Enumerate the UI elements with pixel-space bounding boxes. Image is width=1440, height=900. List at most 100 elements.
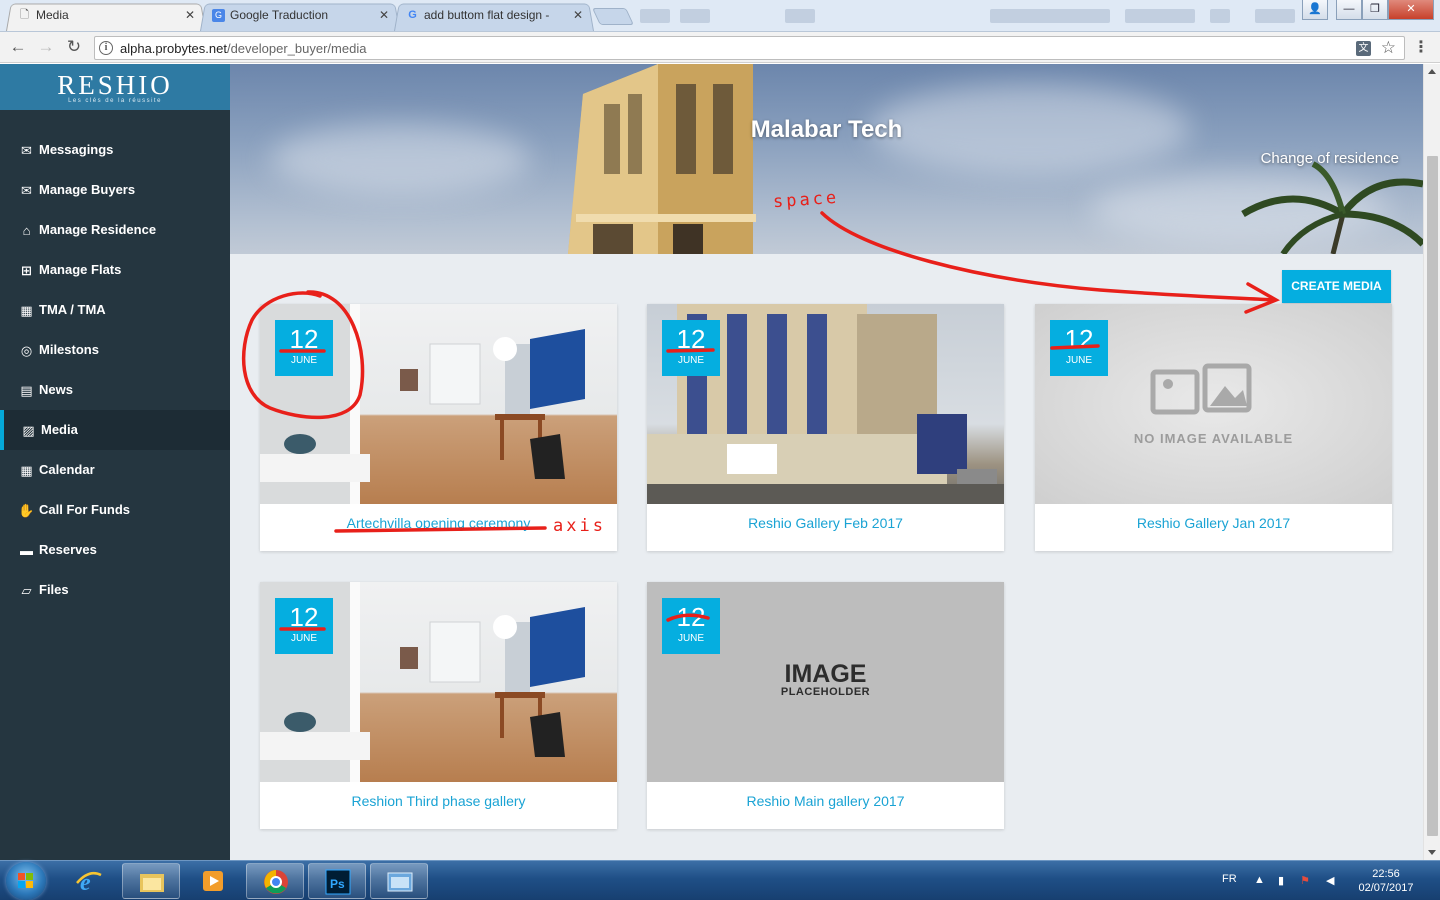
sidebar-item-media[interactable]: ▨ Media bbox=[0, 410, 230, 450]
scroll-down-icon[interactable] bbox=[1428, 850, 1436, 855]
tab-media[interactable]: 🗋 Media ✕ bbox=[6, 2, 206, 31]
sidebar-item-news[interactable]: ▤ News bbox=[0, 370, 230, 410]
date-badge: 12 JUNE bbox=[662, 320, 720, 376]
card-title-link[interactable]: Reshio Gallery Feb 2017 bbox=[647, 504, 1004, 551]
folder-icon bbox=[140, 874, 164, 892]
card-title-link[interactable]: Reshion Third phase gallery bbox=[260, 782, 617, 829]
date-month: JUNE bbox=[1065, 355, 1093, 366]
system-clock[interactable]: 22:56 02/07/2017 bbox=[1354, 867, 1418, 895]
card-title-link[interactable]: Reshio Main gallery 2017 bbox=[647, 782, 1004, 829]
page-scrollbar[interactable] bbox=[1423, 64, 1440, 860]
forward-icon[interactable]: → bbox=[36, 37, 56, 57]
close-tab-icon[interactable]: ✕ bbox=[572, 9, 584, 21]
sidebar-item-label: Reserves bbox=[39, 542, 97, 557]
card-title-link[interactable]: Reshio Gallery Jan 2017 bbox=[1035, 504, 1392, 551]
chrome-button[interactable] bbox=[246, 863, 304, 899]
sidebar-item-label: Files bbox=[39, 582, 69, 597]
sidebar-item-manage-flats[interactable]: ⊞ Manage Flats bbox=[0, 250, 230, 290]
sidebar-item-messagings[interactable]: ✉ Messagings bbox=[0, 130, 230, 170]
action-center-icon[interactable]: ⚑ bbox=[1300, 874, 1310, 887]
tab-add-buttom[interactable]: G add buttom flat design - ✕ bbox=[394, 2, 594, 31]
date-badge: 12 JUNE bbox=[275, 598, 333, 654]
google-translate-icon: G bbox=[212, 9, 225, 22]
tab-label: Google Traduction bbox=[230, 8, 329, 22]
sidebar-item-manage-buyers[interactable]: ✉ Manage Buyers bbox=[0, 170, 230, 210]
card-thumbnail[interactable]: 12 JUNE bbox=[260, 304, 617, 504]
internet-explorer-button[interactable]: e bbox=[60, 863, 118, 899]
hero-banner: Malabar Tech Change of residence bbox=[230, 64, 1423, 254]
create-media-button[interactable]: CREATE MEDIA bbox=[1282, 270, 1391, 303]
envelope-icon: ✉ bbox=[21, 183, 32, 198]
sidebar-item-reserves[interactable]: ▬ Reserves bbox=[0, 530, 230, 570]
address-bar[interactable]: i alpha.probytes.net/developer_buyer/med… bbox=[94, 36, 1405, 60]
tab-google-traduction[interactable]: G Google Traduction ✕ bbox=[200, 2, 400, 31]
user-profile-button[interactable]: 👤 bbox=[1302, 0, 1328, 20]
card-thumbnail[interactable]: NO IMAGE AVAILABLE 12 JUNE bbox=[1035, 304, 1392, 504]
sidebar-item-files[interactable]: ▱ Files bbox=[0, 570, 230, 610]
date-month: JUNE bbox=[290, 355, 318, 366]
building-icon: ▦ bbox=[20, 303, 33, 318]
google-icon: G bbox=[408, 9, 417, 21]
main-content: Malabar Tech Change of residence CREATE … bbox=[230, 64, 1423, 860]
grid-icon: ⊞ bbox=[21, 263, 32, 278]
sidebar-item-label: Manage Residence bbox=[39, 222, 157, 237]
media-card[interactable]: NO IMAGE AVAILABLE 12 JUNE Reshio Galler… bbox=[1035, 304, 1392, 551]
sidebar-item-tma[interactable]: ▦ TMA / TMA bbox=[0, 290, 230, 330]
date-badge: 12 JUNE bbox=[662, 598, 720, 654]
network-icon[interactable]: ▮ bbox=[1278, 874, 1284, 887]
media-card[interactable]: IMAGE PLACEHOLDER 12 JUNE Reshio Main ga… bbox=[647, 582, 1004, 829]
card-thumbnail[interactable]: 12 JUNE bbox=[647, 304, 1004, 504]
new-tab-button[interactable] bbox=[592, 8, 634, 25]
minimize-button[interactable]: — bbox=[1336, 0, 1362, 20]
sidebar-item-label: Calendar bbox=[39, 462, 95, 477]
date-day: 12 bbox=[289, 602, 319, 632]
sidebar-item-label: Media bbox=[41, 422, 78, 437]
media-player-button[interactable] bbox=[184, 863, 242, 899]
card-thumbnail[interactable]: 12 JUNE bbox=[260, 582, 617, 782]
brand-logo[interactable]: RESHIO Les clés de la réussite bbox=[0, 64, 230, 110]
start-button[interactable] bbox=[6, 862, 46, 900]
url-text[interactable]: alpha.probytes.net/developer_buyer/media bbox=[120, 41, 366, 56]
file-explorer-button[interactable] bbox=[122, 863, 180, 899]
chrome-menu-icon[interactable]: ⋮ bbox=[1413, 38, 1429, 58]
brand-tagline: Les clés de la réussite bbox=[68, 98, 162, 104]
bookmark-star-icon[interactable]: ☆ bbox=[1381, 38, 1396, 58]
scroll-up-icon[interactable] bbox=[1428, 69, 1436, 74]
media-card[interactable]: 12 JUNE Reshion Third phase gallery bbox=[260, 582, 617, 829]
restore-button[interactable]: ❐ bbox=[1362, 0, 1388, 20]
sidebar-item-label: News bbox=[39, 382, 73, 397]
media-card[interactable]: 12 JUNE Artechvilla opening ceremony bbox=[260, 304, 617, 551]
photoshop-icon: Ps bbox=[325, 869, 351, 895]
photoshop-button[interactable]: Ps bbox=[308, 863, 366, 899]
language-indicator[interactable]: FR bbox=[1222, 873, 1237, 885]
sidebar-item-label: Call For Funds bbox=[39, 502, 130, 517]
card-thumbnail[interactable]: IMAGE PLACEHOLDER 12 JUNE bbox=[647, 582, 1004, 782]
ie-icon: e bbox=[76, 870, 102, 895]
close-tab-icon[interactable]: ✕ bbox=[184, 9, 196, 21]
volume-icon[interactable]: ◀ bbox=[1326, 874, 1334, 887]
reload-icon[interactable]: ↻ bbox=[64, 37, 84, 57]
image-placeholder-subtitle: PLACEHOLDER bbox=[780, 686, 871, 698]
date-badge: 12 JUNE bbox=[275, 320, 333, 376]
sidebar-nav: ✉ Messagings ✉ Manage Buyers ⌂ Manage Resid… bbox=[0, 130, 230, 610]
blurred-region bbox=[785, 9, 815, 23]
sidebar-item-label: TMA / TMA bbox=[39, 302, 106, 317]
sidebar-item-call-for-funds[interactable]: ✋ Call For Funds bbox=[0, 490, 230, 530]
envelope-icon: ✉ bbox=[21, 143, 32, 158]
sidebar-item-manage-residence[interactable]: ⌂ Manage Residence bbox=[0, 210, 230, 250]
page-title: Malabar Tech bbox=[750, 116, 903, 143]
card-icon: ▬ bbox=[20, 543, 33, 558]
close-window-button[interactable]: ✕ bbox=[1388, 0, 1434, 20]
scroll-thumb[interactable] bbox=[1427, 156, 1438, 836]
close-tab-icon[interactable]: ✕ bbox=[378, 9, 390, 21]
screenshot-tool-button[interactable] bbox=[370, 863, 428, 899]
translate-icon[interactable]: 文 bbox=[1356, 41, 1371, 56]
date-month: JUNE bbox=[290, 633, 318, 644]
sidebar-item-milestons[interactable]: ◎ Milestons bbox=[0, 330, 230, 370]
date-badge: 12 JUNE bbox=[1050, 320, 1108, 376]
media-card[interactable]: 12 JUNE Reshio Gallery Feb 2017 bbox=[647, 304, 1004, 551]
show-hidden-icons[interactable]: ▲ bbox=[1254, 874, 1265, 886]
info-icon[interactable]: i bbox=[99, 41, 113, 55]
back-icon[interactable]: ← bbox=[8, 37, 28, 57]
sidebar-item-calendar[interactable]: ▦ Calendar bbox=[0, 450, 230, 490]
